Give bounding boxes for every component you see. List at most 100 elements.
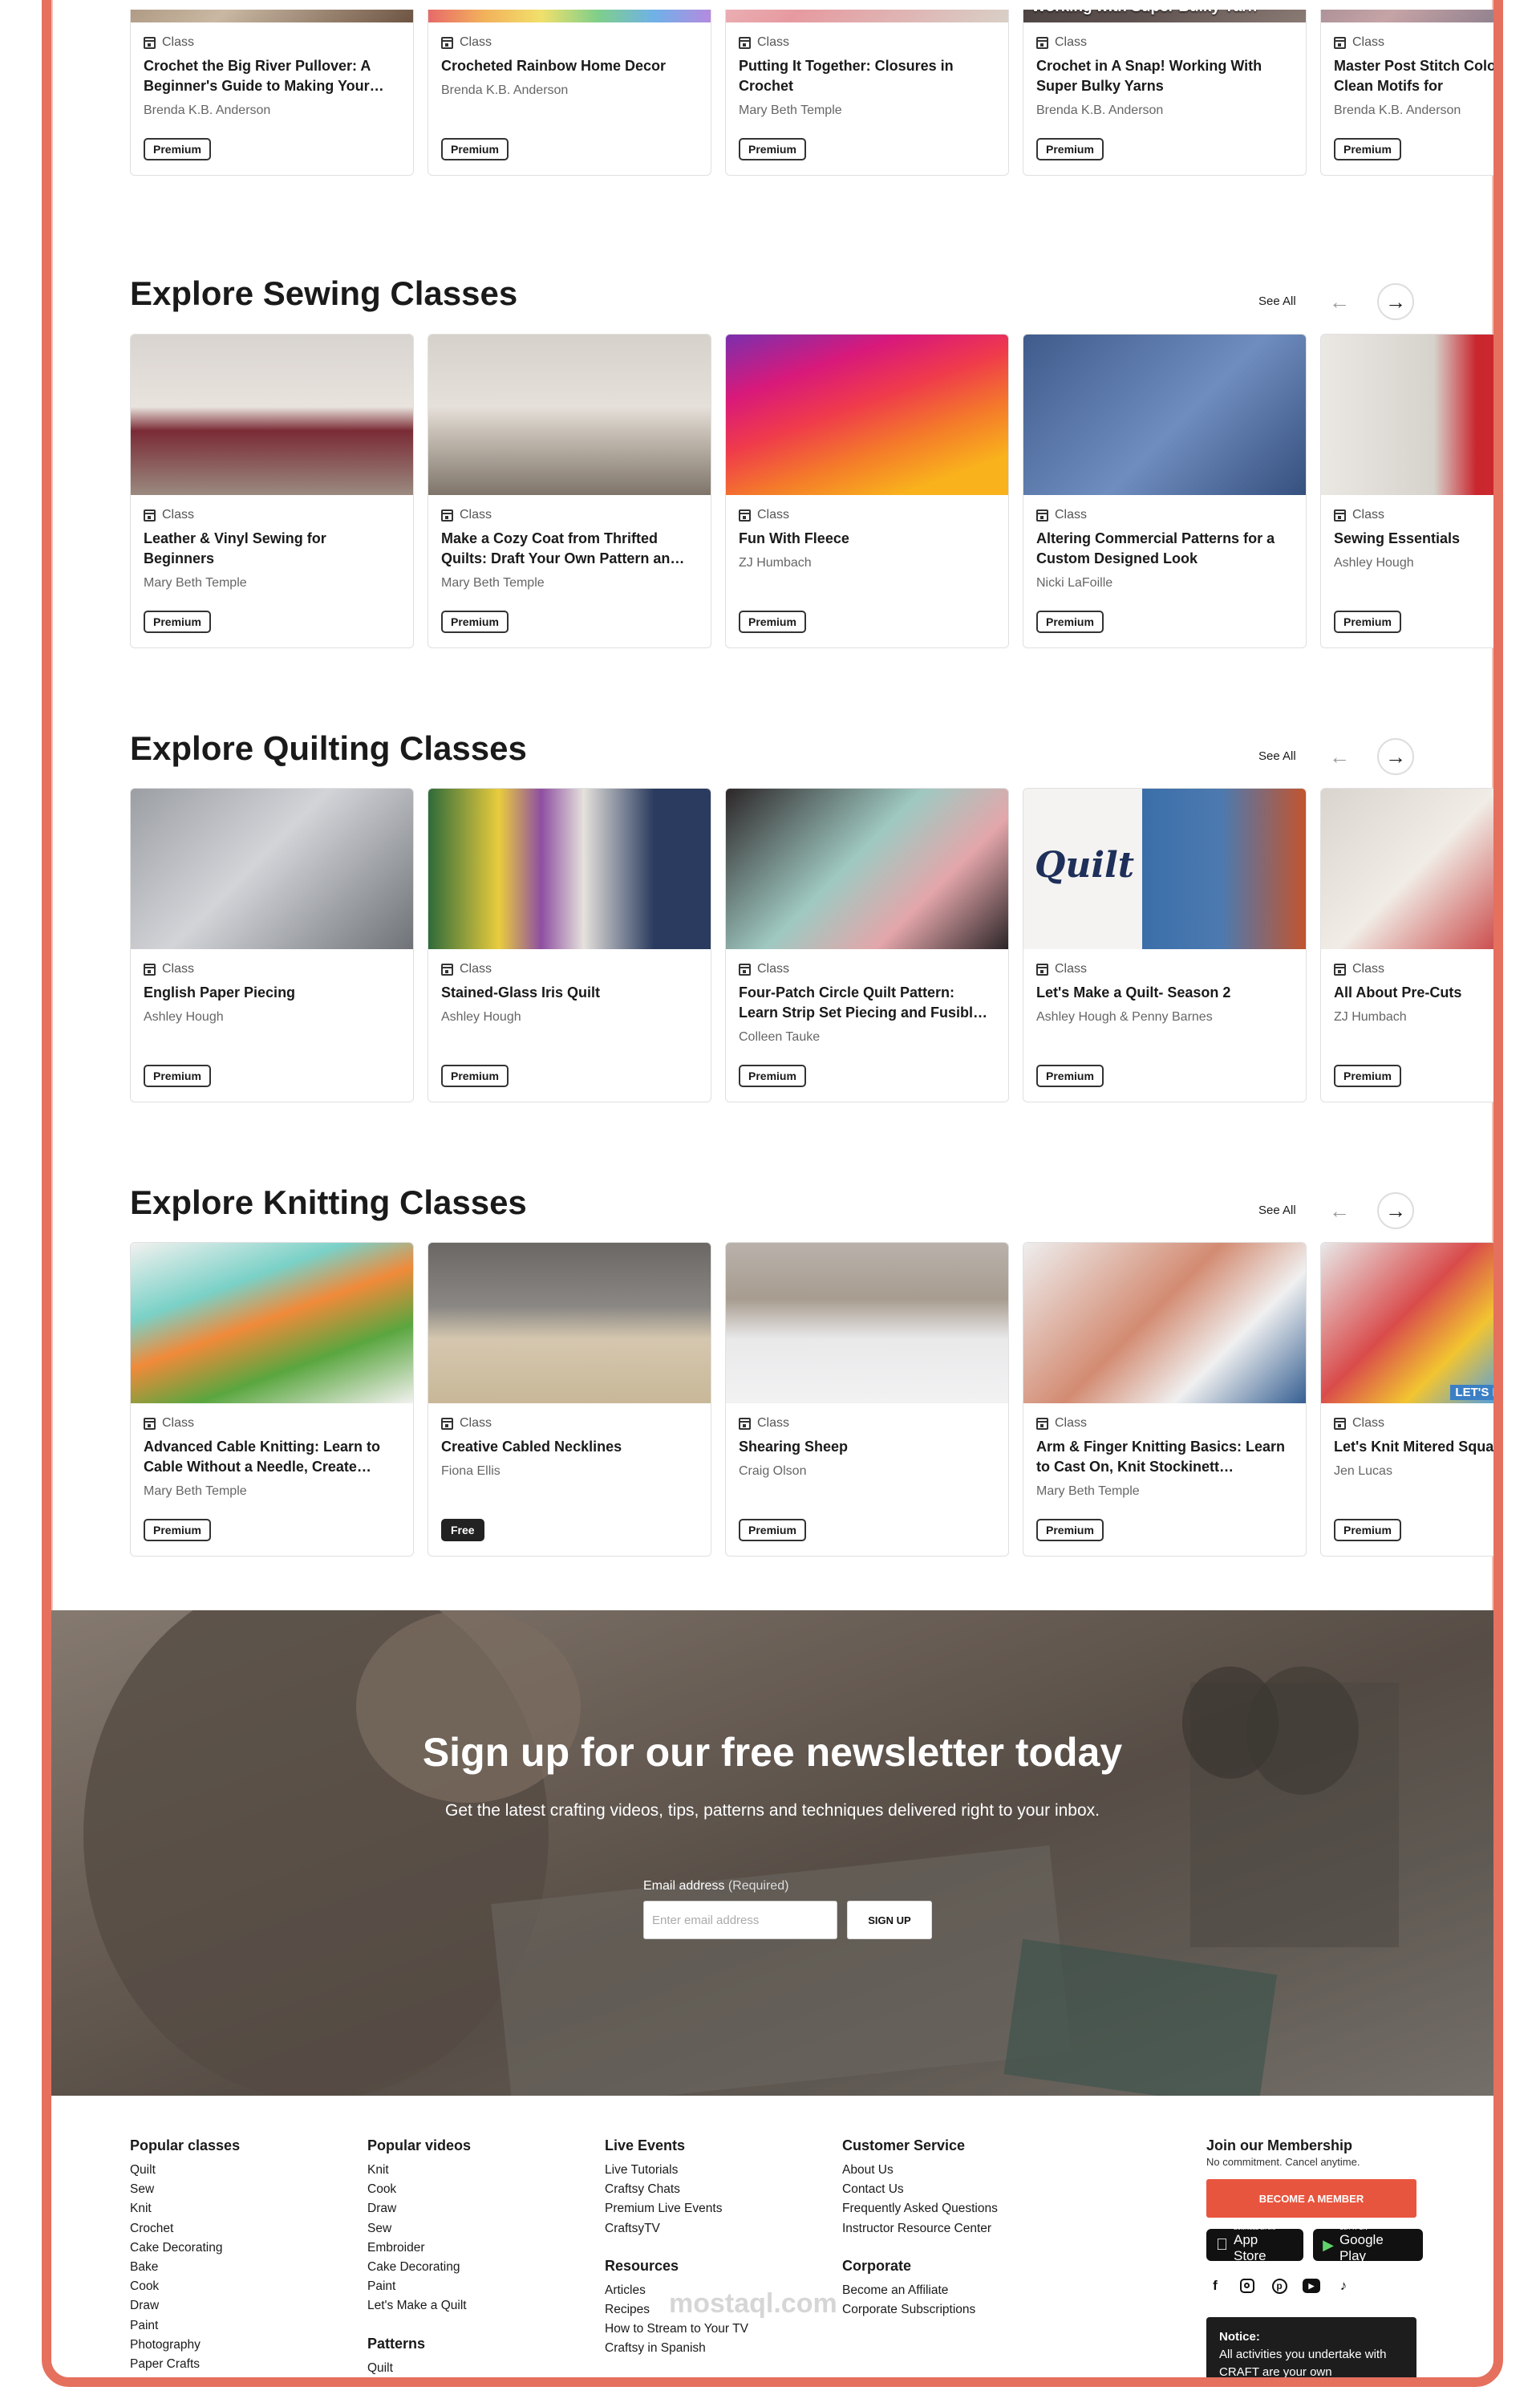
class-card[interactable]: Class Leather & Vinyl Sewing for Beginner… — [130, 334, 414, 648]
footer-link[interactable]: Cake Decorating — [367, 2258, 471, 2277]
class-card[interactable]: Class Shearing Sheep Craig Olson Premium — [725, 1242, 1009, 1557]
class-thumbnail[interactable] — [428, 1243, 711, 1403]
footer-link[interactable]: Instructor Resource Center — [842, 2219, 998, 2239]
class-card[interactable]: Class Master Post Stitch Colorwork: Creat… — [1320, 10, 1493, 176]
card-title[interactable]: Let's Make a Quilt- Season 2 — [1036, 983, 1293, 1003]
footer-link[interactable]: Become an Affiliate — [842, 2281, 998, 2300]
footer-link[interactable]: Sew — [367, 2219, 471, 2239]
class-thumbnail[interactable] — [726, 789, 1008, 949]
footer-link[interactable]: Paint — [130, 2316, 240, 2336]
card-title[interactable]: Altering Commercial Patterns for a Custo… — [1036, 529, 1293, 569]
card-title[interactable]: All About Pre-Cuts — [1334, 983, 1493, 1003]
footer-link[interactable]: Quilt — [367, 2359, 471, 2377]
class-card[interactable]: Class Arm & Finger Knitting Basics: Learn… — [1023, 1242, 1307, 1557]
footer-link[interactable]: Craftsy Chats — [605, 2180, 748, 2199]
footer-link[interactable]: Knit — [130, 2199, 240, 2218]
card-title[interactable]: Leather & Vinyl Sewing for Beginners — [144, 529, 400, 569]
card-title[interactable]: English Paper Piecing — [144, 983, 400, 1003]
footer-link[interactable]: Draw — [130, 2296, 240, 2316]
see-all-knitting-link[interactable]: See All — [1258, 1204, 1296, 1217]
footer-link[interactable]: CraftsyTV — [605, 2219, 748, 2239]
tiktok-icon[interactable]: ♪ — [1335, 2277, 1352, 2295]
facebook-icon[interactable]: f — [1206, 2277, 1224, 2295]
card-title[interactable]: Fun With Fleece — [739, 529, 995, 549]
class-thumbnail[interactable] — [1023, 1243, 1306, 1403]
card-title[interactable]: Master Post Stitch Colorwork: Create Cle… — [1334, 56, 1493, 96]
next-arrow-icon[interactable]: → — [1377, 1192, 1414, 1229]
class-card[interactable]: Class English Paper Piecing Ashley Hough Pr… — [130, 788, 414, 1102]
prev-arrow-icon[interactable]: ← — [1321, 1192, 1358, 1229]
card-title[interactable]: Creative Cabled Necklines — [441, 1437, 698, 1457]
class-card[interactable]: Class Crochet the Big River Pullover: A B… — [130, 10, 414, 176]
see-all-quilting-link[interactable]: See All — [1258, 749, 1296, 763]
card-title[interactable]: Advanced Cable Knitting: Learn to Cable … — [144, 1437, 400, 1477]
footer-link[interactable]: Sew — [130, 2180, 240, 2199]
class-card[interactable]: Class Make a Cozy Coat from Thrifted Quil… — [428, 334, 711, 648]
card-title[interactable]: Crochet in A Snap! Working With Super Bu… — [1036, 56, 1293, 96]
email-input[interactable] — [643, 1901, 837, 1939]
card-title[interactable]: Let's Knit Mitered Squares — [1334, 1437, 1493, 1457]
class-thumbnail[interactable] — [131, 335, 413, 495]
next-arrow-icon[interactable]: → — [1377, 738, 1414, 775]
class-thumbnail[interactable] — [428, 789, 711, 949]
card-title[interactable]: Make a Cozy Coat from Thrifted Quilts: D… — [441, 529, 698, 569]
card-title[interactable]: Arm & Finger Knitting Basics: Learn to C… — [1036, 1437, 1293, 1477]
footer-link[interactable]: Cook — [130, 2277, 240, 2296]
class-thumbnail[interactable] — [1023, 335, 1306, 495]
class-card[interactable]: LET'S KNIT MITERED SQ Class Let's Knit Mit… — [1320, 1242, 1493, 1557]
class-thumbnail[interactable] — [1321, 789, 1493, 949]
footer-link[interactable]: Knit — [367, 2161, 471, 2180]
class-card[interactable]: Working with Super Bulky Yarn Class Croche… — [1023, 10, 1307, 176]
card-title[interactable]: Crochet the Big River Pullover: A Beginn… — [144, 56, 400, 96]
card-title[interactable]: Stained-Glass Iris Quilt — [441, 983, 698, 1003]
class-thumbnail[interactable] — [726, 1243, 1008, 1403]
footer-link[interactable]: Cake Decorating — [130, 2239, 240, 2258]
class-card[interactable]: Class All About Pre-Cuts ZJ Humbach Premium — [1320, 788, 1493, 1102]
class-card[interactable]: Class Four-Patch Circle Quilt Pattern: Le… — [725, 788, 1009, 1102]
footer-link[interactable]: Jewelry Making — [130, 2374, 240, 2377]
prev-arrow-icon[interactable]: ← — [1321, 283, 1358, 320]
footer-link[interactable]: Paper Crafts — [130, 2355, 240, 2374]
instagram-icon[interactable] — [1238, 2277, 1256, 2295]
footer-link[interactable]: Corporate Subscriptions — [842, 2300, 998, 2320]
class-thumbnail[interactable] — [1321, 10, 1493, 22]
footer-link[interactable]: Cook — [367, 2180, 471, 2199]
class-card[interactable]: Class Creative Cabled Necklines Fiona Elli… — [428, 1242, 711, 1557]
footer-link[interactable]: About Us — [842, 2161, 998, 2180]
footer-link[interactable]: Quilt — [130, 2161, 240, 2180]
class-card[interactable]: Quilt Class Let's Make a Quilt- Season 2 As… — [1023, 788, 1307, 1102]
class-thumbnail[interactable]: LET'S KNIT MITERED SQ — [1321, 1243, 1493, 1403]
become-member-button[interactable]: BECOME A MEMBER — [1206, 2179, 1416, 2218]
pinterest-icon[interactable]: p — [1270, 2277, 1288, 2295]
class-thumbnail[interactable] — [131, 1243, 413, 1403]
class-card[interactable]: Class Sewing Essentials Ashley Hough Premiu… — [1320, 334, 1493, 648]
card-title[interactable]: Four-Patch Circle Quilt Pattern: Learn S… — [739, 983, 995, 1023]
footer-link[interactable]: How to Stream to Your TV — [605, 2320, 748, 2339]
class-thumbnail[interactable]: Working with Super Bulky Yarn — [1023, 10, 1306, 22]
footer-link[interactable]: Bake — [130, 2258, 240, 2277]
class-card[interactable]: Class Crocheted Rainbow Home Decor Brenda … — [428, 10, 711, 176]
class-thumbnail[interactable]: Quilt — [1023, 789, 1306, 949]
footer-link[interactable]: Live Tutorials — [605, 2161, 748, 2180]
footer-link[interactable]: Photography — [130, 2336, 240, 2355]
footer-link[interactable]: Premium Live Events — [605, 2199, 748, 2218]
app-store-button[interactable]:  Download on theApp Store — [1206, 2226, 1304, 2263]
footer-link[interactable]: Paint — [367, 2277, 471, 2296]
google-play-button[interactable]: ▶ GET IT ON Google Play — [1313, 2226, 1423, 2263]
footer-link[interactable]: Crochet — [130, 2219, 240, 2239]
youtube-icon[interactable]: ▶ — [1303, 2277, 1320, 2295]
sign-up-button[interactable]: SIGN UP — [847, 1901, 932, 1939]
class-thumbnail[interactable] — [726, 10, 1008, 22]
card-title[interactable]: Shearing Sheep — [739, 1437, 995, 1457]
footer-link[interactable]: Draw — [367, 2199, 471, 2218]
footer-link[interactable]: Let's Make a Quilt — [367, 2296, 471, 2316]
class-card[interactable]: Class Altering Commercial Patterns for a … — [1023, 334, 1307, 648]
card-title[interactable]: Crocheted Rainbow Home Decor — [441, 56, 698, 76]
class-card[interactable]: Class Advanced Cable Knitting: Learn to C… — [130, 1242, 414, 1557]
class-thumbnail[interactable] — [428, 10, 711, 22]
class-card[interactable]: Class Putting It Together: Closures in Cr… — [725, 10, 1009, 176]
card-title[interactable]: Sewing Essentials — [1334, 529, 1493, 549]
footer-link[interactable]: Embroider — [367, 2239, 471, 2258]
class-card[interactable]: Class Fun With Fleece ZJ Humbach Premium — [725, 334, 1009, 648]
class-thumbnail[interactable] — [131, 789, 413, 949]
